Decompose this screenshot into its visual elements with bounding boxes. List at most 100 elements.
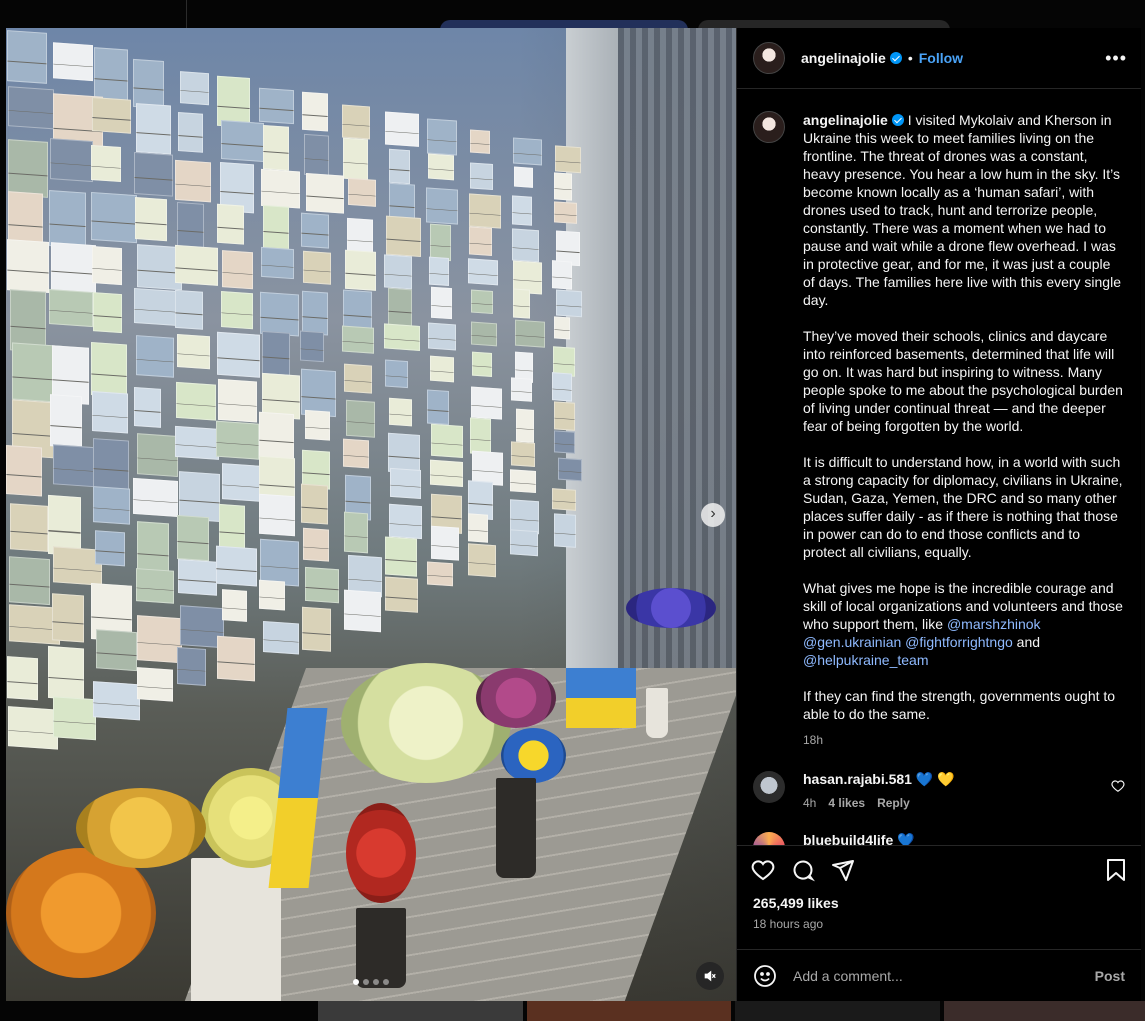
caption-paragraph: angelinajolie I visited Mykolaiv and Khe… bbox=[803, 111, 1125, 309]
comment-likes[interactable]: 4 likes bbox=[828, 796, 865, 810]
memorial-photo bbox=[221, 250, 253, 290]
memorial-photo bbox=[344, 589, 381, 633]
comment-item: bluebuild4life 💙 bbox=[753, 832, 1125, 845]
memorial-photo bbox=[343, 137, 369, 181]
memorial-photo bbox=[134, 151, 173, 198]
memorial-photo bbox=[217, 204, 244, 245]
carousel-dot bbox=[373, 979, 379, 985]
likes-count[interactable]: 265,499 likes bbox=[737, 895, 1141, 911]
memorial-photo bbox=[554, 201, 577, 224]
memorial-photo bbox=[304, 134, 330, 177]
memorial-photo bbox=[430, 424, 463, 459]
memorial-photo bbox=[135, 567, 175, 604]
memorial-photo bbox=[259, 87, 295, 125]
memorial-photo bbox=[52, 444, 96, 487]
memorial-photo bbox=[426, 389, 450, 425]
memorial-photo bbox=[470, 129, 491, 155]
mute-toggle-button[interactable] bbox=[696, 962, 724, 990]
memorial-photo bbox=[511, 228, 540, 263]
memorial-photo bbox=[427, 153, 455, 180]
memorial-photo bbox=[515, 319, 545, 348]
like-comment-icon[interactable] bbox=[1111, 779, 1125, 793]
media-ukrainian-flag bbox=[566, 668, 636, 728]
carousel-dot bbox=[383, 979, 389, 985]
caption-text-3: It is difficult to understand how, in a … bbox=[803, 454, 1123, 560]
emoji-icon[interactable] bbox=[753, 964, 777, 988]
memorial-photo bbox=[95, 629, 138, 671]
post-media-video[interactable]: › bbox=[6, 28, 736, 1001]
mention-link[interactable]: @helpukraine_team bbox=[803, 652, 929, 668]
memorial-photo bbox=[388, 149, 410, 185]
author-avatar[interactable] bbox=[753, 42, 785, 74]
share-icon[interactable] bbox=[831, 858, 855, 882]
comment-input[interactable] bbox=[793, 967, 1095, 984]
carousel-dot bbox=[363, 979, 369, 985]
media-flower bbox=[76, 788, 206, 868]
memorial-photo bbox=[389, 467, 422, 500]
bookmark-icon[interactable] bbox=[1105, 858, 1127, 882]
memorial-photo bbox=[53, 41, 93, 82]
memorial-photo bbox=[179, 70, 209, 105]
memorial-photo bbox=[430, 355, 455, 383]
memorial-photo bbox=[553, 429, 575, 454]
follow-button[interactable]: Follow bbox=[919, 50, 963, 66]
memorial-photo bbox=[468, 193, 501, 229]
memorial-photo bbox=[426, 186, 459, 225]
memorial-photo bbox=[260, 247, 294, 279]
commenter-username[interactable]: hasan.rajabi.581 bbox=[803, 771, 912, 787]
media-flower bbox=[626, 588, 716, 628]
comment-body: hasan.rajabi.581 💙 💛 4h 4 likes Reply bbox=[803, 771, 1111, 810]
media-vase bbox=[496, 778, 536, 878]
memorial-photo bbox=[301, 212, 329, 249]
comment-meta: 4h 4 likes Reply bbox=[803, 796, 1111, 810]
mention-link[interactable]: @marshzhinok bbox=[947, 616, 1041, 632]
commenter-avatar[interactable] bbox=[753, 832, 785, 845]
add-comment-bar: Post bbox=[737, 949, 1141, 1001]
memorial-photo bbox=[52, 695, 97, 741]
mention-link[interactable]: @fightforrightngo bbox=[905, 634, 1013, 650]
reply-button[interactable]: Reply bbox=[877, 796, 910, 810]
memorial-photo bbox=[344, 511, 368, 554]
memorial-photo bbox=[557, 457, 582, 482]
memorial-photo bbox=[133, 477, 179, 517]
next-slide-button[interactable]: › bbox=[701, 503, 725, 527]
comment-item: hasan.rajabi.581 💙 💛 4h 4 likes Reply bbox=[753, 771, 1125, 810]
memorial-photo bbox=[9, 503, 48, 553]
memorial-photo bbox=[177, 111, 204, 153]
memorial-photo bbox=[92, 681, 141, 721]
memorial-photo bbox=[221, 463, 260, 502]
like-icon[interactable] bbox=[751, 858, 775, 882]
mention-link[interactable]: @gen.ukrainian bbox=[803, 634, 901, 650]
memorial-photo bbox=[220, 290, 254, 330]
memorial-photo bbox=[342, 438, 370, 469]
caption-text-1: I visited Mykolaiv and Kherson in Ukrain… bbox=[803, 112, 1121, 308]
background-thumbnails bbox=[318, 1001, 1145, 1021]
memorial-photo bbox=[344, 363, 372, 394]
author-username[interactable]: angelinajolie bbox=[801, 50, 886, 66]
memorial-photo bbox=[137, 432, 179, 477]
memorial-photo bbox=[174, 289, 204, 330]
memorial-photo bbox=[346, 399, 376, 438]
memorial-photo bbox=[216, 545, 258, 588]
caption-username[interactable]: angelinajolie bbox=[803, 112, 888, 128]
chevron-right-icon: › bbox=[710, 505, 716, 522]
memorial-photo bbox=[385, 111, 420, 148]
memorial-photo bbox=[427, 322, 456, 351]
post-comment-button[interactable]: Post bbox=[1095, 968, 1125, 984]
more-options-icon[interactable]: ••• bbox=[1105, 48, 1127, 69]
memorial-photo bbox=[553, 316, 571, 340]
caption-and: and bbox=[1016, 634, 1041, 650]
memorial-photo bbox=[93, 46, 128, 102]
memorial-photo bbox=[263, 124, 290, 172]
commenter-avatar[interactable] bbox=[753, 771, 785, 803]
memorial-photo bbox=[7, 705, 59, 750]
caption-avatar[interactable] bbox=[753, 111, 785, 143]
comment-icon[interactable] bbox=[791, 858, 815, 882]
comment-text: 💙 💛 bbox=[915, 771, 955, 787]
comments-section[interactable]: angelinajolie I visited Mykolaiv and Khe… bbox=[737, 89, 1141, 845]
memorial-photo bbox=[510, 377, 532, 402]
memorial-photo bbox=[217, 331, 260, 378]
memorial-photo bbox=[174, 159, 211, 203]
memorial-photo bbox=[217, 635, 256, 682]
commenter-username[interactable]: bluebuild4life bbox=[803, 832, 893, 845]
